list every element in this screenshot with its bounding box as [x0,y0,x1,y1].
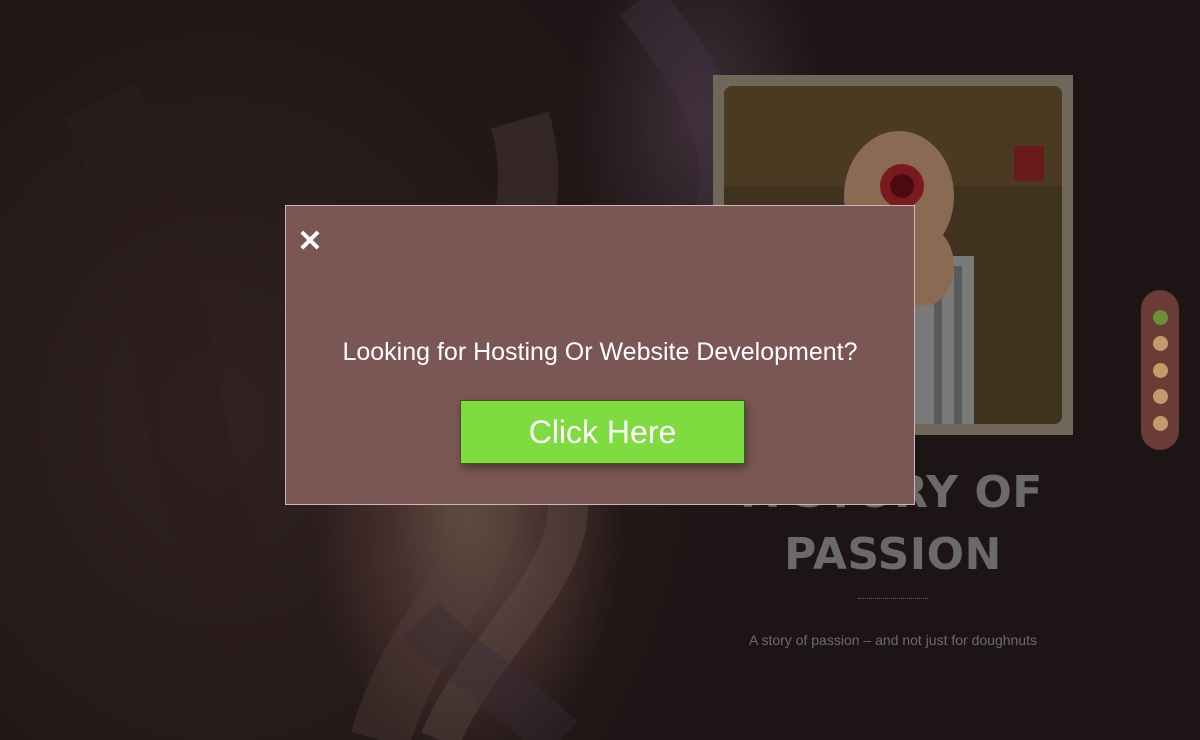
section-dot-nav [1141,290,1179,450]
hero-divider [858,598,928,599]
modal-message: Looking for Hosting Or Website Developme… [342,338,858,366]
nav-dot-3[interactable] [1152,362,1168,378]
nav-dot-2[interactable] [1152,336,1168,351]
page: A STORY OF PASSION A story of passion – … [0,0,1200,740]
click-here-button[interactable]: Click Here [460,400,745,464]
promo-modal: ✕ Looking for Hosting Or Website Develop… [285,205,915,505]
hero-title-line2: PASSION [784,529,1002,580]
nav-dot-5[interactable] [1152,415,1168,431]
nav-dot-4[interactable] [1152,389,1168,404]
caution-sign [1014,146,1044,181]
hero-subtitle: A story of passion – and not just for do… [749,632,1037,648]
close-icon[interactable]: ✕ [296,227,324,257]
nav-dot-1[interactable] [1152,309,1168,325]
